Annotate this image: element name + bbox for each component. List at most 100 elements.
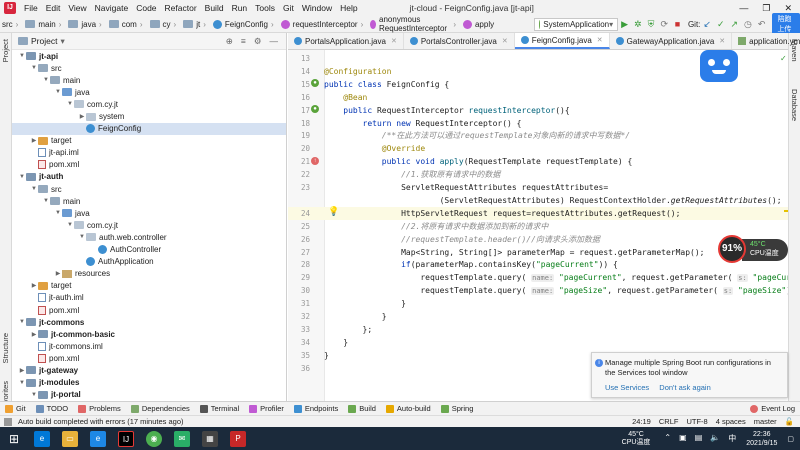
- expanded-arrow-icon[interactable]: ▼: [78, 234, 86, 240]
- maximize-icon[interactable]: ❐: [762, 3, 770, 14]
- tree-node[interactable]: jt-auth.iml: [12, 292, 286, 304]
- profile-icon[interactable]: ⟳: [660, 19, 668, 30]
- breadcrumb-item[interactable]: jt ›: [181, 20, 211, 29]
- spring-bean-icon[interactable]: ●: [311, 79, 319, 87]
- breadcrumb-item[interactable]: anonymous RequestInterceptor ›: [368, 15, 461, 33]
- tool-window-dependencies[interactable]: Dependencies: [126, 404, 195, 413]
- git-branch[interactable]: master: [754, 417, 777, 426]
- code-line[interactable]: 30 requestTemplate.query( name: "pageSiz…: [288, 284, 788, 297]
- expanded-arrow-icon[interactable]: ▼: [30, 186, 38, 192]
- structure-tool-button[interactable]: Structure: [1, 333, 10, 363]
- tree-node[interactable]: pom.xml: [12, 352, 286, 364]
- code-line[interactable]: 27 Map<String, String[]> parameterMap = …: [288, 246, 788, 259]
- cpu-monitor-widget[interactable]: 45°C CPU温度 91%: [718, 235, 788, 263]
- tree-node[interactable]: ▼ jt-commons: [12, 316, 286, 328]
- lightbulb-icon[interactable]: 💡: [328, 206, 339, 217]
- locate-icon[interactable]: ⊕: [226, 36, 233, 47]
- menu-edit[interactable]: Edit: [42, 3, 65, 13]
- close-tab-icon[interactable]: ✕: [719, 37, 725, 45]
- close-tab-icon[interactable]: ✕: [597, 36, 603, 44]
- line-separator[interactable]: CRLF: [659, 417, 679, 426]
- wps-icon[interactable]: P: [230, 430, 246, 447]
- caret-position[interactable]: 24:19: [632, 417, 651, 426]
- inspection-ok-icon[interactable]: ✓: [780, 54, 787, 63]
- app-icon[interactable]: ▦: [202, 430, 218, 447]
- assistant-robot-icon[interactable]: [700, 50, 738, 82]
- coverage-icon[interactable]: ⛨: [648, 19, 655, 30]
- gear-icon[interactable]: ⚙: [254, 36, 262, 47]
- close-tab-icon[interactable]: ✕: [391, 37, 397, 45]
- database-tool-button[interactable]: Database: [790, 89, 799, 121]
- windows-start-icon[interactable]: ⊞: [6, 431, 22, 447]
- menu-file[interactable]: File: [20, 3, 42, 13]
- menu-code[interactable]: Code: [132, 3, 160, 13]
- expanded-arrow-icon[interactable]: ▼: [30, 392, 38, 398]
- code-line[interactable]: 18 return new RequestInterceptor() {: [288, 117, 788, 130]
- tool-window-git[interactable]: Git: [0, 404, 31, 413]
- expanded-arrow-icon[interactable]: ▼: [42, 198, 50, 204]
- tool-window-profiler[interactable]: Profiler: [244, 404, 289, 413]
- chevron-up-icon[interactable]: ⌃: [664, 433, 671, 444]
- code-line[interactable]: 20 @Override: [288, 142, 788, 155]
- tree-node[interactable]: ▼ auth.web.controller: [12, 231, 286, 243]
- tree-node[interactable]: pom.xml: [12, 159, 286, 171]
- git-push-icon[interactable]: ↗: [730, 19, 738, 30]
- menu-view[interactable]: View: [64, 3, 90, 13]
- file-encoding[interactable]: UTF-8: [686, 417, 707, 426]
- tree-node[interactable]: ▶ jt-gateway: [12, 364, 286, 376]
- editor-tab[interactable]: application.yml✕: [732, 33, 800, 49]
- tree-node[interactable]: ▼ com.cy.jt: [12, 98, 286, 110]
- code-line[interactable]: 29 requestTemplate.query( name: "pageCur…: [288, 271, 788, 284]
- code-line[interactable]: 17 public RequestInterceptor requestInte…: [288, 104, 788, 117]
- chevron-down-icon[interactable]: ▾: [60, 36, 64, 47]
- expanded-arrow-icon[interactable]: ▼: [18, 319, 26, 325]
- dont-ask-again-link[interactable]: Don't ask again: [659, 383, 710, 392]
- code-line[interactable]: 28 if(parameterMap.containsKey("pageCurr…: [288, 258, 788, 271]
- notification-center-icon[interactable]: ▢: [787, 435, 794, 443]
- tool-window-todo[interactable]: TODO: [31, 404, 74, 413]
- collapsed-arrow-icon[interactable]: ▶: [78, 113, 86, 120]
- tree-node[interactable]: jt-api.iml: [12, 147, 286, 159]
- tree-node[interactable]: AuthController: [12, 244, 286, 256]
- stop-icon[interactable]: ■: [674, 19, 681, 30]
- tree-node[interactable]: ▶ system: [12, 110, 286, 122]
- collapse-all-icon[interactable]: ≡: [241, 36, 246, 47]
- debug-icon[interactable]: ✲: [634, 19, 642, 30]
- tree-node[interactable]: ▼ jt-auth: [12, 171, 286, 183]
- tool-window-spring[interactable]: Spring: [436, 404, 479, 413]
- expanded-arrow-icon[interactable]: ▼: [18, 174, 26, 180]
- code-line[interactable]: 21 public void apply(RequestTemplate req…: [288, 155, 788, 168]
- code-line[interactable]: 22 //1.获取原有请求中的数据: [288, 168, 788, 181]
- tree-node[interactable]: ▼ src: [12, 183, 286, 195]
- code-line[interactable]: (ServletRequestAttributes) RequestContex…: [288, 194, 788, 207]
- rollback-icon[interactable]: ↶: [758, 19, 766, 30]
- menu-tools[interactable]: Tools: [251, 3, 279, 13]
- code-line[interactable]: 24 HttpServletRequest request=requestAtt…: [288, 206, 788, 220]
- editor-tab[interactable]: GatewayApplication.java ✕: [610, 33, 733, 49]
- lock-icon[interactable]: 🔓: [785, 417, 794, 426]
- code-line[interactable]: 16 @Bean: [288, 91, 788, 104]
- breadcrumb-item[interactable]: java ›: [66, 20, 106, 29]
- tree-node[interactable]: jt-commons.iml: [12, 340, 286, 352]
- collapsed-arrow-icon[interactable]: ▶: [30, 331, 38, 338]
- event-log-button[interactable]: Event Log: [745, 404, 800, 413]
- tree-node[interactable]: ▼ main: [12, 195, 286, 207]
- tree-node[interactable]: FeignConfig: [12, 122, 286, 135]
- close-icon[interactable]: ✕: [784, 3, 792, 14]
- breadcrumb-item[interactable]: requestInterceptor ›: [279, 19, 369, 29]
- upload-button[interactable]: 陪跑上传: [772, 13, 800, 35]
- tree-node[interactable]: ▶ resources: [12, 268, 286, 280]
- menu-help[interactable]: Help: [336, 3, 361, 13]
- menu-navigate[interactable]: Navigate: [91, 3, 133, 13]
- collapsed-arrow-icon[interactable]: ▶: [30, 137, 38, 144]
- tray-cpu-temp[interactable]: 45°C CPU温度: [622, 431, 651, 447]
- menu-window[interactable]: Window: [298, 3, 336, 13]
- run-configuration-select[interactable]: SystemApplication ▾: [534, 17, 619, 31]
- breadcrumb-item[interactable]: com ›: [107, 20, 148, 29]
- hide-icon[interactable]: —: [270, 36, 279, 47]
- tree-node[interactable]: ▼ jt-api: [12, 50, 286, 62]
- edge-icon[interactable]: e: [34, 430, 50, 447]
- input-method-icon[interactable]: 中: [728, 433, 736, 444]
- close-tab-icon[interactable]: ✕: [502, 37, 508, 45]
- menu-refactor[interactable]: Refactor: [161, 3, 201, 13]
